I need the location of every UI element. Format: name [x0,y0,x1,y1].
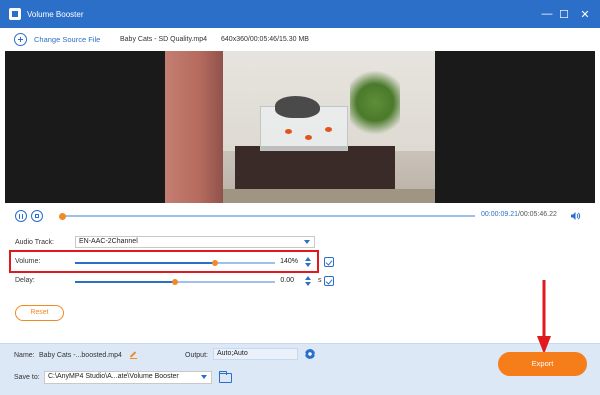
current-time: 00:00:09.21 [481,211,518,218]
save-to-label: Save to: [14,374,40,381]
name-label: Name: [14,352,35,359]
speaker-icon[interactable] [570,211,581,221]
delay-slider[interactable] [75,278,275,285]
video-cat [275,96,320,118]
file-name: Baby Cats - SD Quality.mp4 [120,35,208,43]
delay-stepper[interactable] [305,275,312,287]
app-icon [9,8,21,20]
gear-icon[interactable] [305,349,315,359]
title-bar: Volume Booster — ☐ ✕ [0,0,600,28]
folder-icon[interactable] [218,371,232,383]
file-meta: 640x360/00:05:46/15.30 MB [221,35,309,43]
change-source-button[interactable]: Change Source File [14,32,101,46]
delay-label: Delay: [15,277,35,284]
save-path-select[interactable]: C:\AnyMP4 Studio\A...ate\Volume Booster [44,371,212,384]
minimize-icon: — [541,8,553,20]
maximize-button[interactable]: ☐ [553,0,575,28]
timecode: 00:00:09.21/00:05:46.22 [481,211,557,218]
audio-track-select[interactable]: EN-AAC-2Channel [75,236,315,248]
progress-bar[interactable] [58,212,475,220]
maximize-icon: ☐ [559,8,569,21]
audio-track-label: Audio Track: [15,239,54,246]
video-fish [285,129,292,134]
export-button[interactable]: Export [498,352,587,376]
change-source-label: Change Source File [34,34,101,44]
close-icon: ✕ [580,8,590,21]
video-curtain [165,51,223,203]
delay-handle[interactable] [172,278,178,285]
output-label: Output: [185,352,208,359]
arrow-down-icon [537,280,551,354]
output-format-value: Auto;Auto [217,350,248,357]
reset-button[interactable]: Reset [15,305,64,321]
playback-controls: 00:00:09.21/00:05:46.22 [0,203,600,228]
delay-unit: s [318,277,322,284]
output-format-field[interactable]: Auto;Auto [213,348,298,360]
stop-button[interactable] [31,210,43,222]
stepper-down-icon[interactable] [305,282,311,286]
total-time: 00:05:46.22 [519,211,557,218]
edit-icon[interactable] [130,352,137,359]
source-bar: Change Source File Baby Cats - SD Qualit… [0,28,600,50]
delay-value[interactable]: 0.00 [276,275,296,287]
close-button[interactable]: ✕ [574,0,596,28]
apply-volume-icon[interactable] [324,257,334,267]
delay-fill [75,281,175,283]
video-fish [305,135,312,140]
pause-button[interactable] [15,210,27,222]
window-title: Volume Booster [27,9,84,19]
video-fish [325,127,332,132]
progress-handle[interactable] [58,212,66,220]
chevron-down-icon [304,240,310,244]
video-floor [223,189,435,203]
output-file-name: Baby Cats -...boosted.mp4 [39,352,122,359]
video-player[interactable] [5,51,595,203]
chevron-down-icon [201,375,207,379]
pause-icon [19,213,23,219]
volume-highlight-box [9,250,319,273]
save-path-value: C:\AnyMP4 Studio\A...ate\Volume Booster [48,373,179,380]
audio-track-value: EN-AAC-2Channel [79,238,138,245]
video-plant [350,71,400,141]
stepper-up-icon[interactable] [305,276,311,280]
plus-icon [14,32,27,46]
apply-delay-icon[interactable] [324,276,334,286]
file-info: Baby Cats - SD Quality.mp4 640x360/00:05:… [120,36,309,43]
stop-icon [35,214,39,218]
video-cabinet [235,146,395,191]
video-frame [165,51,435,203]
